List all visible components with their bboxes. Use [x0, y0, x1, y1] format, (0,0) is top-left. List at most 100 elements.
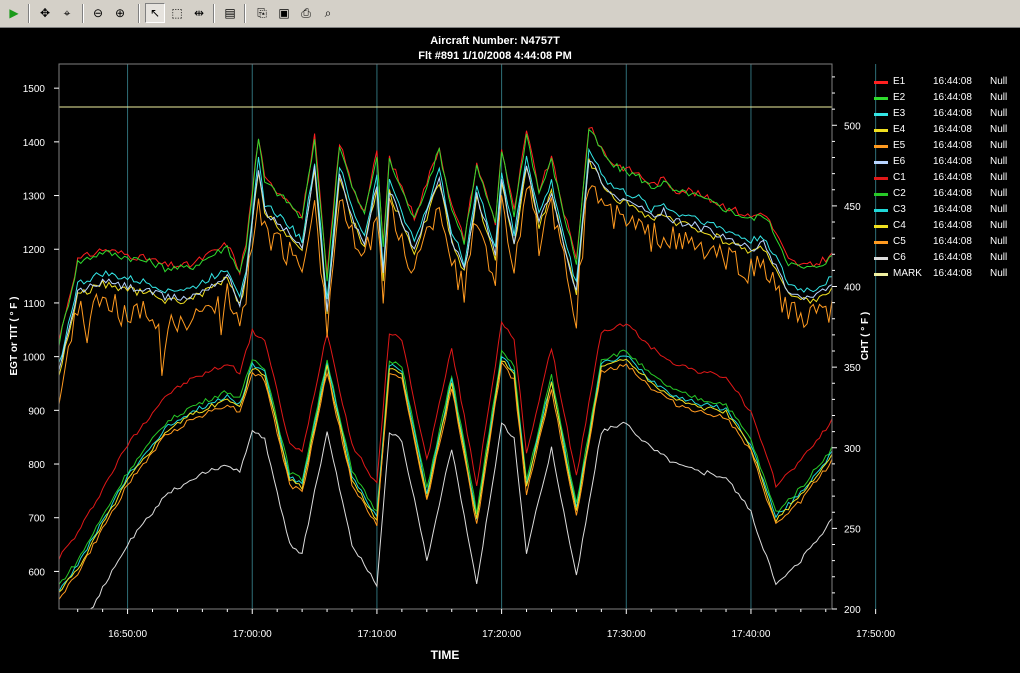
legend-item: E5 16:44:08 Null	[872, 139, 1020, 155]
y-left-tick-label: 1100	[23, 299, 45, 310]
legend-series-name: C1	[893, 172, 906, 183]
fit-range-button[interactable]: ⇹	[189, 3, 209, 23]
pan-icon: ✥	[39, 6, 51, 20]
legend-time: 16:44:08	[933, 252, 972, 263]
chart-subtitle: Flt #891 1/10/2008 4:44:08 PM	[418, 50, 571, 62]
legend-series-name: C2	[893, 188, 906, 199]
legend-value: Null	[990, 140, 1008, 151]
y-right-tick-label: 450	[844, 202, 861, 213]
y-right-tick-label: 400	[844, 283, 861, 294]
legend-series-name: C6	[893, 252, 906, 263]
y-right-tick-label: 200	[844, 605, 861, 616]
legend-value: Null	[990, 92, 1008, 103]
y-left-tick-label: 800	[28, 460, 45, 471]
x-tick-label: 17:10:00	[357, 629, 396, 640]
zoom-in-button[interactable]: ⊕	[110, 3, 130, 23]
legend-item: C2 16:44:08 Null	[872, 187, 1020, 203]
zoom-out-icon: ⊖	[92, 6, 104, 20]
y-right-tick-label: 300	[844, 444, 861, 455]
legend-series-name: MARK	[893, 268, 922, 279]
legend-series-name: C4	[893, 220, 906, 231]
legend-item: E3 16:44:08 Null	[872, 107, 1020, 123]
y-left-tick-label: 1200	[23, 245, 46, 256]
legend-series-name: E1	[893, 76, 906, 87]
legend-time: 16:44:08	[933, 108, 972, 119]
print-preview-button[interactable]: ⌕	[318, 3, 338, 23]
legend-item: E6 16:44:08 Null	[872, 155, 1020, 171]
legend-value: Null	[990, 172, 1008, 183]
x-tick-label: 16:50:00	[108, 629, 147, 640]
chart-title: Aircraft Number: N4757T	[430, 35, 560, 47]
select-rect-button[interactable]: ⬚	[167, 3, 187, 23]
legend-series-name: E2	[893, 92, 906, 103]
pointer-button[interactable]: ↖	[145, 3, 165, 23]
legend-item: C1 16:44:08 Null	[872, 171, 1020, 187]
legend-value: Null	[990, 188, 1008, 199]
legend-swatch	[874, 209, 888, 212]
pointer-icon: ↖	[149, 6, 161, 20]
legend-swatch	[874, 225, 888, 228]
zoom-select-button[interactable]: ⌖	[57, 3, 77, 23]
legend-value: Null	[990, 236, 1008, 247]
legend-swatch	[874, 145, 888, 148]
y-left-tick-label: 1500	[23, 84, 46, 95]
legend-value: Null	[990, 124, 1008, 135]
legend-item: C3 16:44:08 Null	[872, 203, 1020, 219]
legend-time: 16:44:08	[933, 220, 972, 231]
legend-swatch	[874, 177, 888, 180]
legend-time: 16:44:08	[933, 156, 972, 167]
zoom-in-icon: ⊕	[114, 6, 126, 20]
legend-item: E4 16:44:08 Null	[872, 123, 1020, 139]
toolbar-separator	[82, 4, 84, 23]
save-button[interactable]: ▣	[274, 3, 294, 23]
toolbar-separator	[244, 4, 246, 23]
legend-series-name: E6	[893, 156, 906, 167]
legend-time: 16:44:08	[933, 236, 972, 247]
play-button[interactable]: ▶	[4, 3, 24, 23]
legend-time: 16:44:08	[933, 76, 972, 87]
legend-swatch	[874, 81, 888, 84]
y-right-tick-label: 500	[844, 121, 861, 132]
legend-time: 16:44:08	[933, 140, 972, 151]
chart: 16:50:00 17:00:00 17:10:00 17:20:00 17:30:00…	[0, 28, 1020, 673]
select-rect-icon: ⬚	[171, 6, 183, 20]
legend-series-name: C3	[893, 204, 906, 215]
legend-time: 16:44:08	[933, 124, 972, 135]
legend-value: Null	[990, 108, 1008, 119]
x-tick-label: 17:40:00	[731, 629, 770, 640]
y-right-tick-label: 250	[844, 524, 861, 535]
y-axis-right-label: CHT ( ° F )	[860, 312, 871, 360]
toolbar-separator	[213, 4, 215, 23]
legend-item: E1 16:44:08 Null	[872, 75, 1020, 91]
legend-value: Null	[990, 252, 1008, 263]
legend-time: 16:44:08	[933, 204, 972, 215]
legend-swatch	[874, 273, 888, 276]
save-icon: ▣	[278, 6, 290, 20]
legend-swatch	[874, 97, 888, 100]
zoom-select-icon: ⌖	[63, 5, 71, 20]
y-left-tick-label: 1000	[23, 353, 46, 364]
y-left-tick-label: 1300	[23, 192, 46, 203]
legend-time: 16:44:08	[933, 92, 972, 103]
copy-button[interactable]: ⎘	[252, 3, 272, 23]
pan-button[interactable]: ✥	[35, 3, 55, 23]
x-axis-label: TIME	[431, 648, 460, 662]
legend-value: Null	[990, 268, 1008, 279]
legend-value: Null	[990, 156, 1008, 167]
legend-swatch	[874, 193, 888, 196]
legend-item: C5 16:44:08 Null	[872, 235, 1020, 251]
y-left-tick-label: 600	[28, 567, 45, 578]
legend-swatch	[874, 113, 888, 116]
y-left-tick-label: 900	[28, 406, 45, 417]
legend-item: C4 16:44:08 Null	[872, 219, 1020, 235]
print-button[interactable]: ⎙	[296, 3, 316, 23]
legend-series-name: E3	[893, 108, 906, 119]
properties-button[interactable]: ▤	[220, 3, 240, 23]
legend-item: MARK 16:44:08 Null	[872, 267, 1020, 283]
copy-icon: ⎘	[257, 5, 267, 20]
legend-time: 16:44:08	[933, 268, 972, 279]
toolbar: ▶ ✥ ⌖ ⊖ ⊕ ↖ ⬚ ⇹ ▤ ⎘ ▣ ⎙ ⌕	[0, 0, 1020, 28]
legend-series-name: E4	[893, 124, 906, 135]
fit-range-icon: ⇹	[193, 6, 205, 20]
zoom-out-button[interactable]: ⊖	[88, 3, 108, 23]
